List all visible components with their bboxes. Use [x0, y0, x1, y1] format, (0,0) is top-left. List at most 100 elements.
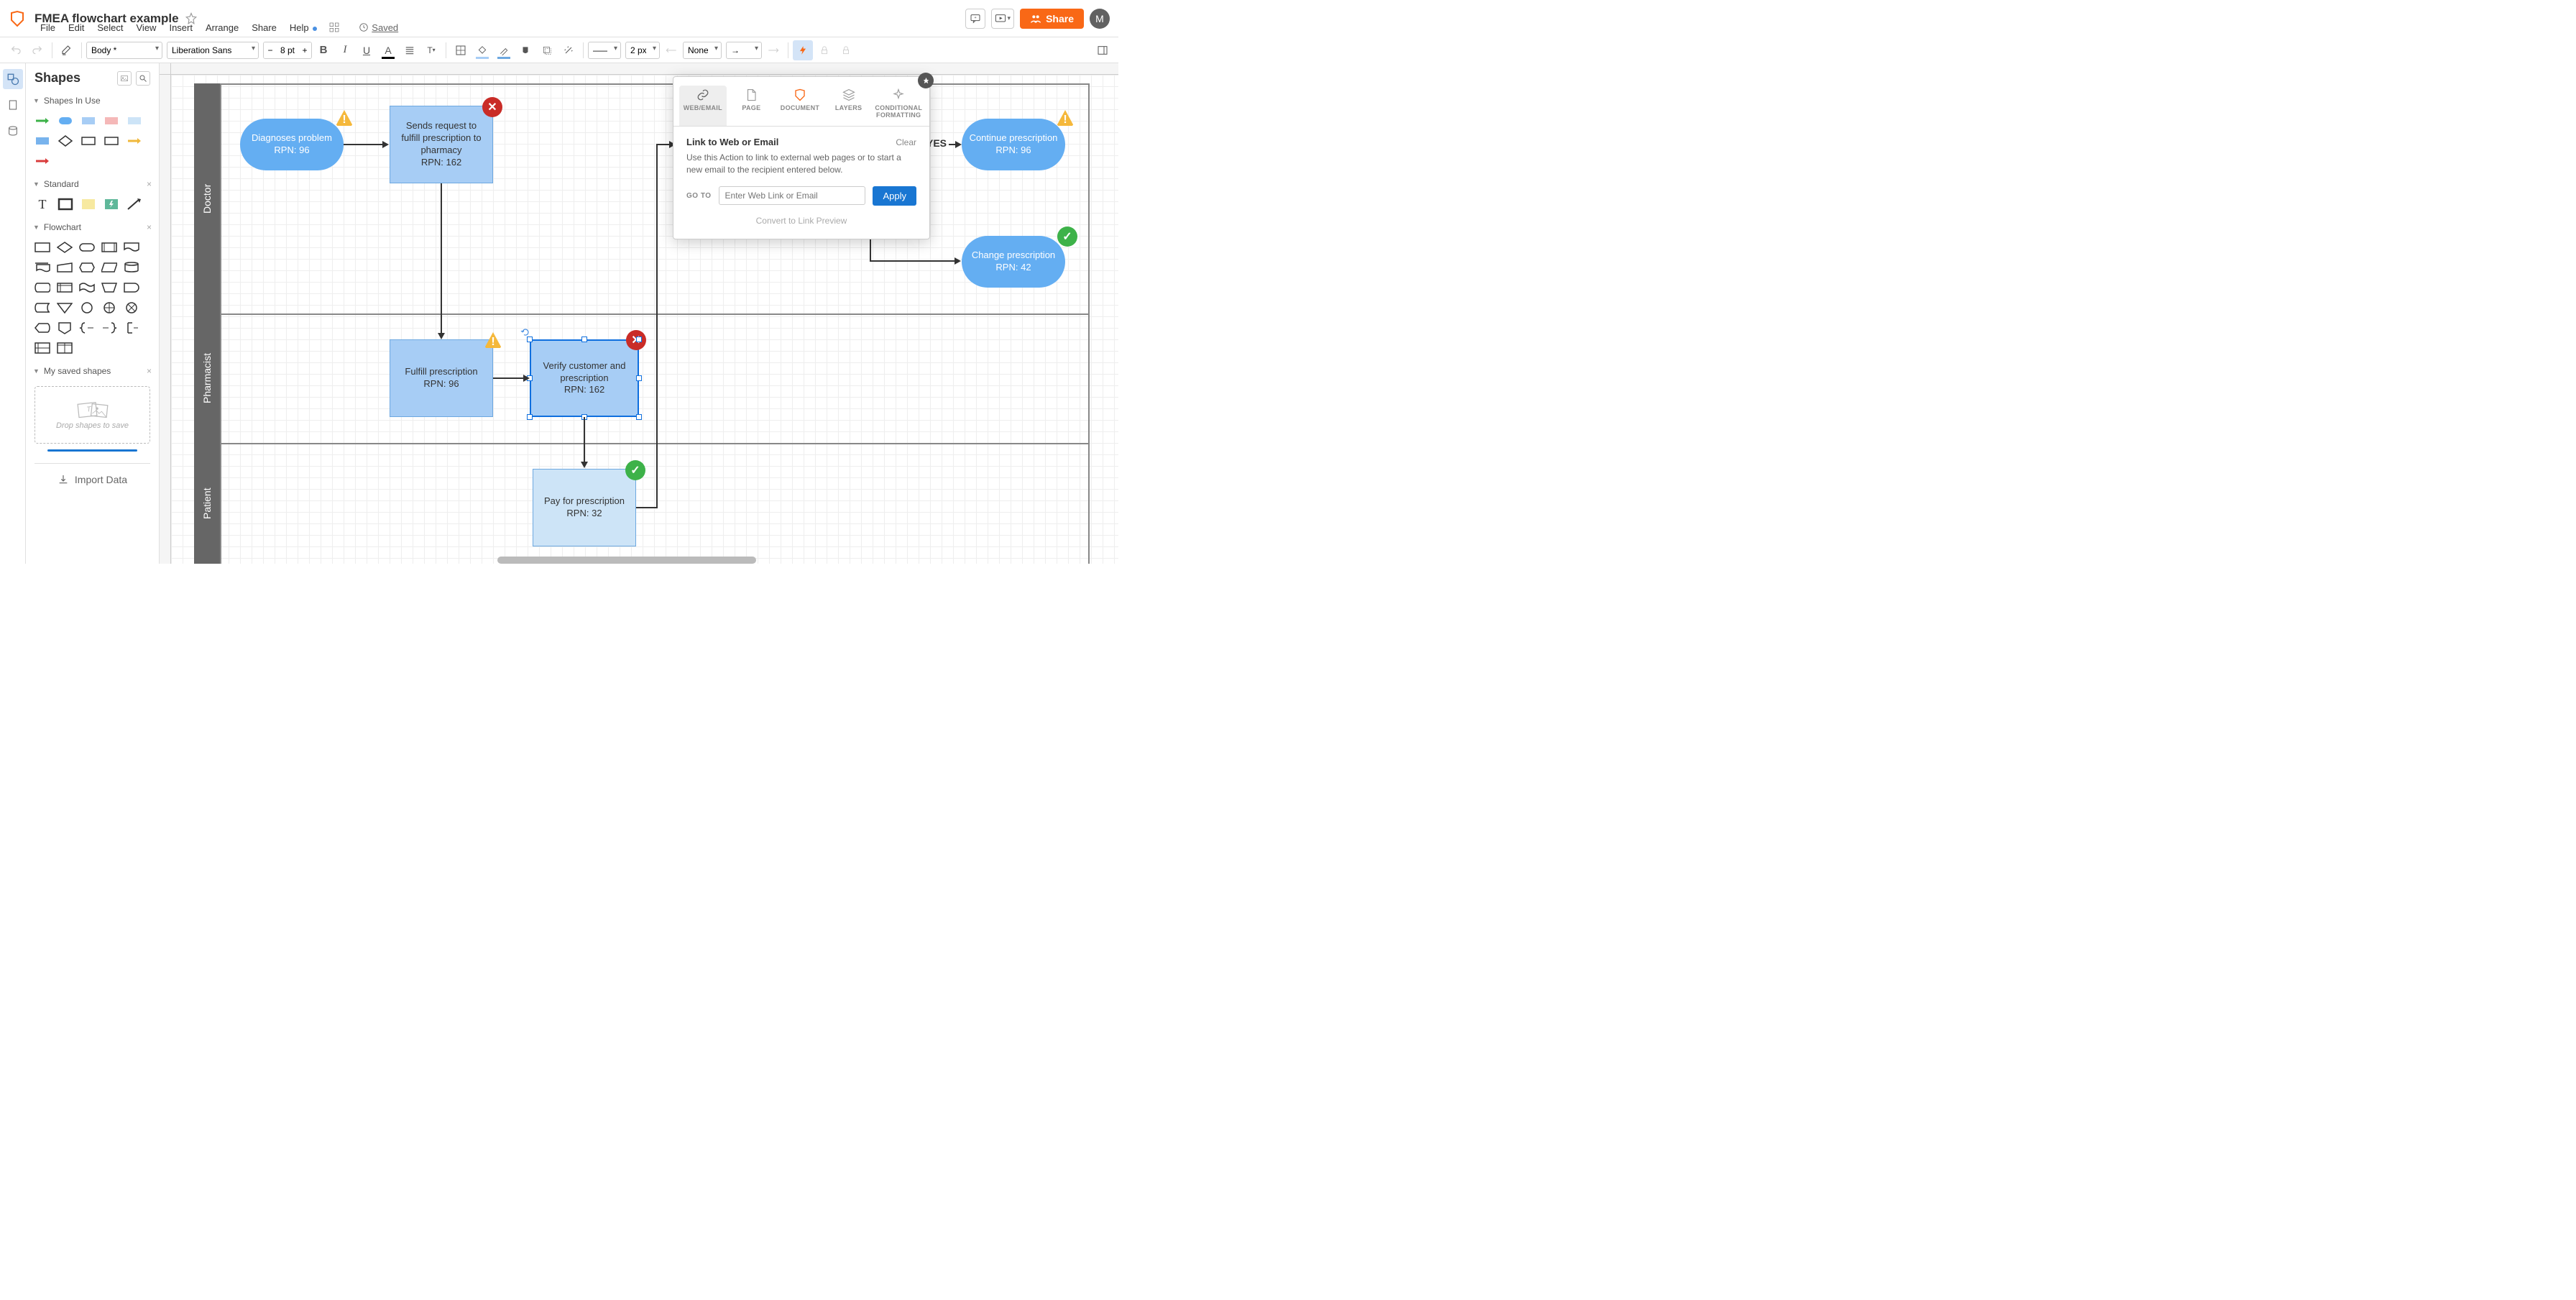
shape-blue-rect[interactable] [80, 114, 96, 127]
font-size-increase[interactable]: + [298, 42, 311, 58]
canvas[interactable]: Doctor Pharmacist Patient Diagnoses prob… [160, 63, 1118, 564]
text-align-button[interactable] [400, 40, 420, 60]
pin-icon[interactable] [918, 73, 934, 88]
horizontal-scrollbar[interactable] [497, 557, 756, 564]
menu-view[interactable]: View [131, 21, 162, 35]
fc-decision[interactable] [57, 241, 73, 254]
fc-process[interactable] [34, 241, 50, 254]
selection-handle[interactable] [636, 337, 642, 342]
selection-handle[interactable] [636, 414, 642, 420]
shape-line-arrow[interactable] [126, 198, 142, 211]
menu-share[interactable]: Share [246, 21, 282, 35]
shape-yellow-arrow[interactable] [126, 134, 142, 147]
line-start-button[interactable] [661, 40, 681, 60]
swimlane-doctor[interactable]: Doctor [194, 83, 220, 313]
action-button[interactable] [793, 40, 813, 60]
line-end-none-select[interactable]: None [683, 42, 722, 59]
shape-pink-rect[interactable] [104, 114, 119, 127]
fc-database[interactable] [124, 261, 139, 274]
fc-manualinput[interactable] [57, 261, 73, 274]
save-status[interactable]: Saved [359, 22, 398, 33]
swimlane-pharmacist[interactable]: Pharmacist [194, 313, 220, 443]
menu-help[interactable]: Help [284, 21, 323, 35]
border-color-button[interactable] [494, 40, 514, 60]
convert-link-preview[interactable]: Convert to Link Preview [686, 216, 916, 226]
lock-button[interactable] [814, 40, 834, 60]
tab-conditional[interactable]: CONDITIONAL FORMATTING [873, 86, 924, 126]
node-pay[interactable]: Pay for prescription RPN: 32 [533, 469, 636, 546]
share-button[interactable]: Share [1020, 9, 1084, 29]
arrow[interactable] [870, 260, 956, 262]
node-fulfill[interactable]: Fulfill prescription RPN: 96 [390, 339, 493, 417]
undo-button[interactable] [6, 40, 26, 60]
section-flowchart[interactable]: ▼Flowchart× [26, 218, 159, 237]
text-options-button[interactable]: T▾ [421, 40, 441, 60]
vertical-ruler[interactable] [160, 63, 171, 564]
fc-display[interactable] [34, 321, 50, 334]
present-button[interactable]: ▾ [991, 9, 1015, 29]
close-icon-3[interactable]: × [147, 366, 152, 376]
fc-terminator[interactable] [79, 241, 95, 254]
user-avatar[interactable]: M [1090, 9, 1110, 29]
shape-outline-rect2[interactable] [104, 134, 119, 147]
selection-handle[interactable] [527, 337, 533, 342]
popup-clear-button[interactable]: Clear [896, 137, 916, 147]
section-standard[interactable]: ▼Standard× [26, 175, 159, 193]
data-tab-button[interactable] [3, 121, 23, 141]
shape-outline-rect[interactable] [80, 134, 96, 147]
menu-insert[interactable]: Insert [163, 21, 198, 35]
menu-arrange[interactable]: Arrange [200, 21, 244, 35]
node-change[interactable]: Change prescription RPN: 42 [962, 236, 1065, 288]
search-shapes-button[interactable] [136, 71, 150, 86]
arrow-style-select[interactable]: → [726, 42, 762, 59]
horizontal-ruler[interactable] [171, 63, 1118, 75]
fc-merge[interactable] [57, 301, 73, 314]
fc-papertape[interactable] [79, 281, 95, 294]
fc-predef[interactable] [101, 241, 117, 254]
shape-blue-rounded[interactable] [58, 114, 73, 127]
font-size-input[interactable] [277, 42, 298, 58]
fill-color-button[interactable] [472, 40, 492, 60]
shape-note[interactable] [80, 198, 96, 211]
saved-shapes-dropzone[interactable]: T Drop shapes to save [34, 386, 150, 444]
fc-document[interactable] [124, 241, 139, 254]
tab-web-email[interactable]: WEB/EMAIL [679, 86, 727, 126]
fc-delay[interactable] [124, 281, 139, 294]
lock2-button[interactable] [836, 40, 856, 60]
shape-block[interactable] [58, 198, 73, 211]
shape-blue-fill[interactable] [34, 134, 50, 147]
font-name-select[interactable]: Liberation Sans [167, 42, 259, 59]
menu-file[interactable]: File [34, 21, 61, 35]
section-saved-shapes[interactable]: ▼My saved shapes× [26, 362, 159, 380]
node-verify[interactable]: Verify customer and prescription RPN: 16… [530, 339, 639, 417]
format-painter-button[interactable] [57, 40, 77, 60]
fc-or[interactable] [101, 301, 117, 314]
rotate-handle[interactable] [520, 327, 530, 337]
fc-swimlanes-h[interactable] [34, 342, 50, 354]
shape-fill-button[interactable] [515, 40, 535, 60]
menu-edit[interactable]: Edit [63, 21, 90, 35]
line-style-select[interactable]: ——— [588, 42, 621, 59]
node-sends-request[interactable]: Sends request to fulfill prescription to… [390, 106, 493, 183]
node-diagnose[interactable]: Diagnoses problem RPN: 96 [240, 119, 344, 170]
image-library-button[interactable] [117, 71, 132, 86]
arrow[interactable] [584, 417, 585, 463]
fc-note[interactable] [124, 321, 139, 334]
tab-page[interactable]: PAGE [728, 86, 776, 126]
shape-text[interactable]: T [34, 198, 50, 211]
fc-preparation[interactable] [79, 261, 95, 274]
swimlane-patient[interactable]: Patient [194, 443, 220, 564]
close-icon[interactable]: × [147, 179, 152, 189]
arrow[interactable] [493, 377, 525, 379]
italic-button[interactable]: I [335, 40, 355, 60]
fc-internal[interactable] [57, 281, 73, 294]
selection-handle[interactable] [581, 337, 587, 342]
shape-hotspot[interactable] [104, 198, 119, 211]
fc-manualop[interactable] [101, 281, 117, 294]
arrow[interactable] [344, 144, 384, 145]
tab-document[interactable]: DOCUMENT [776, 86, 824, 126]
redo-button[interactable] [27, 40, 47, 60]
fc-multidoc[interactable] [34, 261, 50, 274]
fc-offpage[interactable] [57, 321, 73, 334]
shadow-button[interactable] [537, 40, 557, 60]
